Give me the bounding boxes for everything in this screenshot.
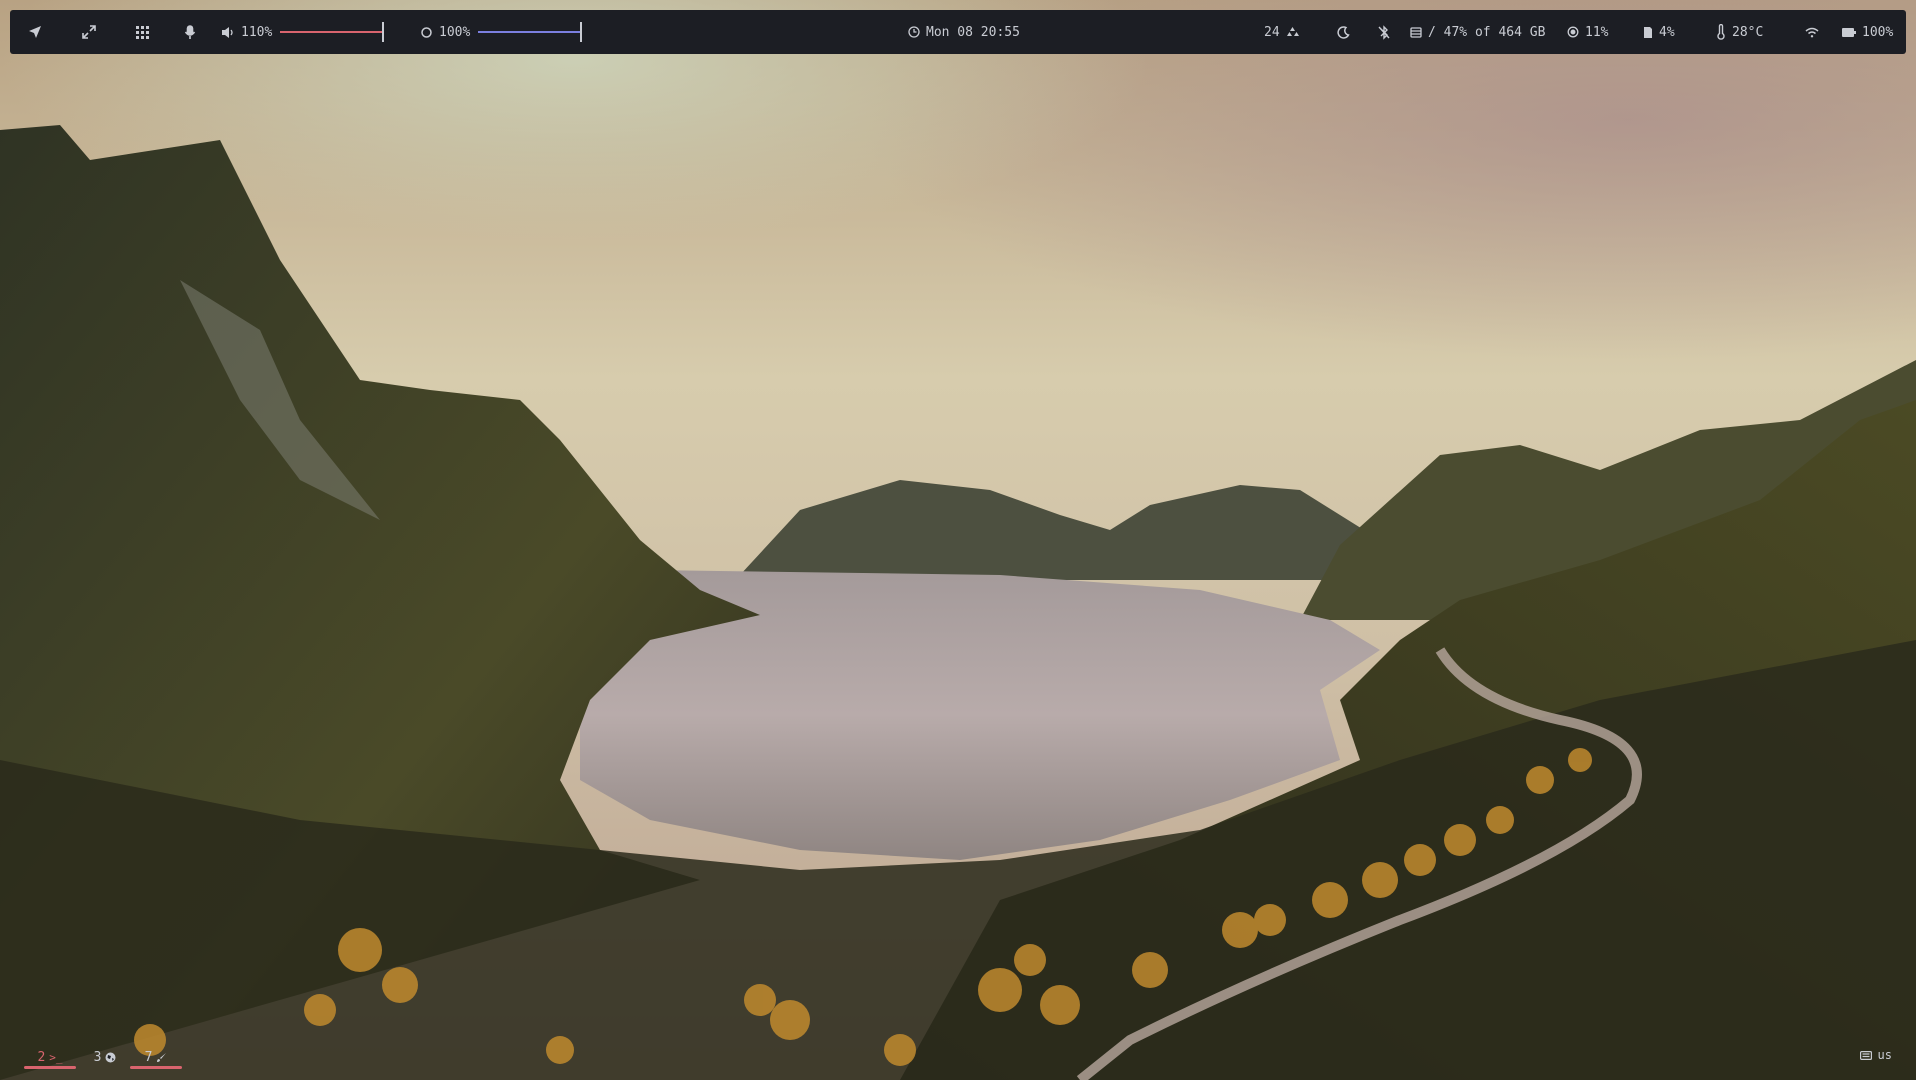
recycle-icon <box>1286 26 1299 38</box>
launcher-button[interactable] <box>28 10 42 54</box>
grid-icon <box>136 25 149 39</box>
bluetooth-off-icon <box>1378 24 1390 40</box>
brightness-slider[interactable] <box>478 22 583 42</box>
volume-slider[interactable] <box>280 22 385 42</box>
wifi-icon <box>1805 27 1819 38</box>
workspace-number: 3 <box>93 1049 102 1065</box>
clock[interactable]: Mon 08 20:55 <box>908 10 1020 54</box>
moon-icon <box>1337 25 1350 39</box>
night-mode-toggle[interactable] <box>1337 10 1350 54</box>
wallpaper <box>0 0 1916 1080</box>
thermometer-icon <box>1716 24 1726 40</box>
disk-usage-text: / 47% of 464 GB <box>1428 24 1546 40</box>
top-bar: 110% 100% Mon 08 20:55 24 / 47% of 464 G… <box>10 10 1906 54</box>
workspace-underline <box>24 1066 76 1069</box>
speaker-icon <box>221 26 235 39</box>
expand-icon <box>82 25 96 39</box>
updates-indicator[interactable]: 24 <box>1264 10 1299 54</box>
workspace-number: 7 <box>144 1049 153 1065</box>
apps-grid-button[interactable] <box>136 10 149 54</box>
workspace-2[interactable]: 2 >_ <box>24 1042 76 1072</box>
cpu-usage-text: 11% <box>1585 24 1609 40</box>
brush-icon <box>156 1052 167 1063</box>
rocket-icon <box>28 25 42 39</box>
volume-slider-handle[interactable] <box>382 22 385 42</box>
workspace-7[interactable]: 7 <box>130 1042 182 1072</box>
bluetooth-toggle[interactable] <box>1378 10 1390 54</box>
terminal-icon: >_ <box>49 1050 63 1064</box>
clock-icon <box>908 26 920 38</box>
brightness-slider-handle[interactable] <box>580 22 583 42</box>
brightness-percent: 100% <box>439 24 471 40</box>
wifi-indicator[interactable] <box>1805 10 1819 54</box>
memory-icon <box>1643 26 1653 39</box>
updates-count: 24 <box>1264 24 1280 40</box>
temperature-text: 28°C <box>1732 24 1764 40</box>
volume-percent: 110% <box>241 24 273 40</box>
workspace-3[interactable]: 3 <box>80 1042 130 1072</box>
memory-usage-text: 4% <box>1659 24 1675 40</box>
workspace-number: 2 <box>37 1049 46 1065</box>
volume-control[interactable]: 110% <box>221 10 385 54</box>
fullscreen-button[interactable] <box>82 10 96 54</box>
globe-icon <box>105 1052 116 1063</box>
disk-usage[interactable]: / 47% of 464 GB <box>1410 10 1545 54</box>
microphone-button[interactable] <box>184 10 196 54</box>
disk-icon <box>1410 26 1422 38</box>
sun-icon <box>420 26 433 39</box>
clock-text: Mon 08 20:55 <box>926 24 1020 40</box>
brightness-control[interactable]: 100% <box>420 10 583 54</box>
battery-indicator[interactable]: 100% <box>1842 10 1893 54</box>
keyboard-layout[interactable]: us <box>1859 1045 1892 1065</box>
keyboard-layout-text: us <box>1877 1048 1892 1062</box>
microphone-icon <box>184 24 196 40</box>
workspace-underline <box>130 1066 182 1069</box>
battery-text: 100% <box>1862 24 1894 40</box>
cpu-usage[interactable]: 11% <box>1567 10 1608 54</box>
battery-icon <box>1842 27 1856 37</box>
memory-usage[interactable]: 4% <box>1643 10 1675 54</box>
cpu-icon <box>1567 26 1579 38</box>
keyboard-icon <box>1859 1050 1872 1060</box>
temperature-indicator[interactable]: 28°C <box>1716 10 1763 54</box>
